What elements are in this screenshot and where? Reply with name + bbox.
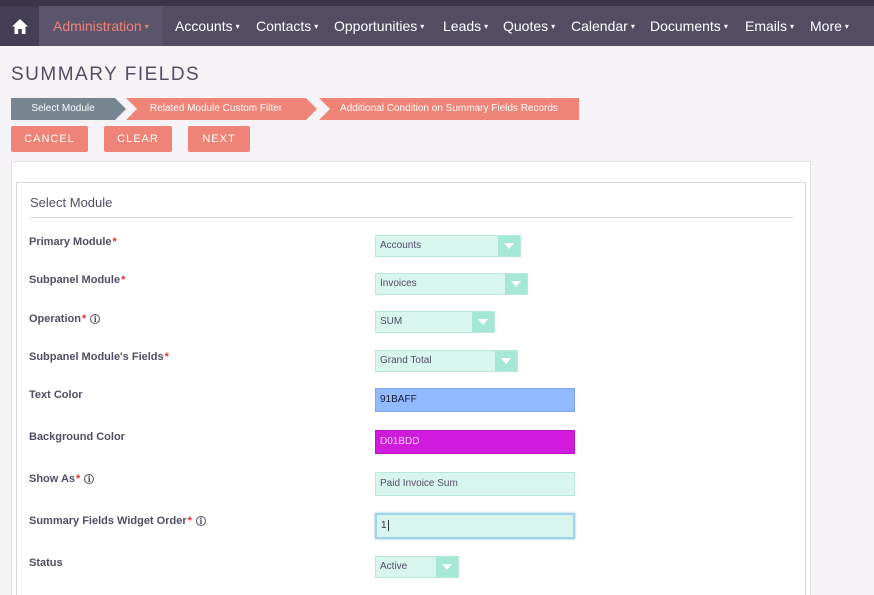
nav-calendar[interactable]: Calendar ▾ bbox=[571, 6, 635, 46]
clear-button[interactable]: CLEAR bbox=[104, 126, 172, 152]
chevron-down-icon bbox=[436, 557, 458, 577]
nav-contacts[interactable]: Contacts ▾ bbox=[256, 6, 318, 46]
show-as-input[interactable]: Paid Invoice Sum bbox=[375, 472, 575, 496]
nav-more[interactable]: More ▾ bbox=[810, 6, 849, 46]
wizard-step-related-filter[interactable]: Related Module Custom Filter bbox=[126, 98, 317, 120]
nav-accounts[interactable]: Accounts ▾ bbox=[175, 6, 240, 46]
subpanel-fields-label: Subpanel Module's Fields * bbox=[29, 351, 169, 363]
next-button[interactable]: NEXT bbox=[188, 126, 250, 152]
subpanel-module-select[interactable]: Invoices bbox=[375, 273, 528, 295]
nav-administration[interactable]: Administration ▾ bbox=[39, 6, 163, 46]
nav-emails[interactable]: Emails ▾ bbox=[745, 6, 794, 46]
status-label: Status bbox=[29, 557, 63, 569]
subpanel-fields-select[interactable]: Grand Total bbox=[375, 350, 518, 372]
cancel-button[interactable]: CANCEL bbox=[11, 126, 88, 152]
operation-select[interactable]: SUM bbox=[375, 311, 495, 333]
chevron-down-icon bbox=[505, 274, 527, 294]
nav-documents[interactable]: Documents ▾ bbox=[650, 6, 728, 46]
nav-leads[interactable]: Leads ▾ bbox=[443, 6, 488, 46]
primary-module-select[interactable]: Accounts bbox=[375, 235, 521, 257]
top-nav: Administration ▾ Accounts ▾ Contacts ▾ Oppo… bbox=[0, 0, 874, 46]
section-title: Select Module bbox=[30, 195, 113, 210]
chevron-down-icon bbox=[495, 351, 517, 371]
wizard-step-additional-condition[interactable]: Additional Condition on Summary Fields R… bbox=[319, 98, 579, 120]
widget-order-label: Summary Fields Widget Order * i bbox=[29, 515, 206, 527]
status-select[interactable]: Active bbox=[375, 556, 459, 578]
primary-module-label: Primary Module * bbox=[29, 236, 117, 248]
text-color-label: Text Color bbox=[29, 389, 83, 401]
section-divider bbox=[30, 217, 793, 218]
text-color-input[interactable]: 91BAFF bbox=[375, 388, 575, 412]
home-button[interactable] bbox=[0, 6, 39, 46]
wizard-step-select-module[interactable]: Select Module bbox=[11, 98, 126, 120]
nav-opportunities[interactable]: Opportunities ▾ bbox=[334, 6, 424, 46]
chevron-down-icon bbox=[498, 236, 520, 256]
widget-order-input[interactable]: 1 bbox=[375, 513, 575, 539]
show-as-label: Show As * i bbox=[29, 473, 95, 485]
chevron-down-icon bbox=[472, 312, 494, 332]
nav-quotes[interactable]: Quotes ▾ bbox=[503, 6, 555, 46]
page-title: SUMMARY FIELDS bbox=[11, 64, 201, 85]
operation-label: Operation * i bbox=[29, 313, 101, 325]
info-icon[interactable]: i bbox=[84, 474, 95, 484]
home-icon bbox=[11, 18, 28, 34]
info-icon[interactable]: i bbox=[90, 314, 101, 324]
info-icon[interactable]: i bbox=[195, 516, 206, 526]
background-color-input[interactable]: D01BDD bbox=[375, 430, 575, 454]
subpanel-module-label: Subpanel Module * bbox=[29, 274, 126, 286]
background-color-label: Background Color bbox=[29, 431, 125, 443]
